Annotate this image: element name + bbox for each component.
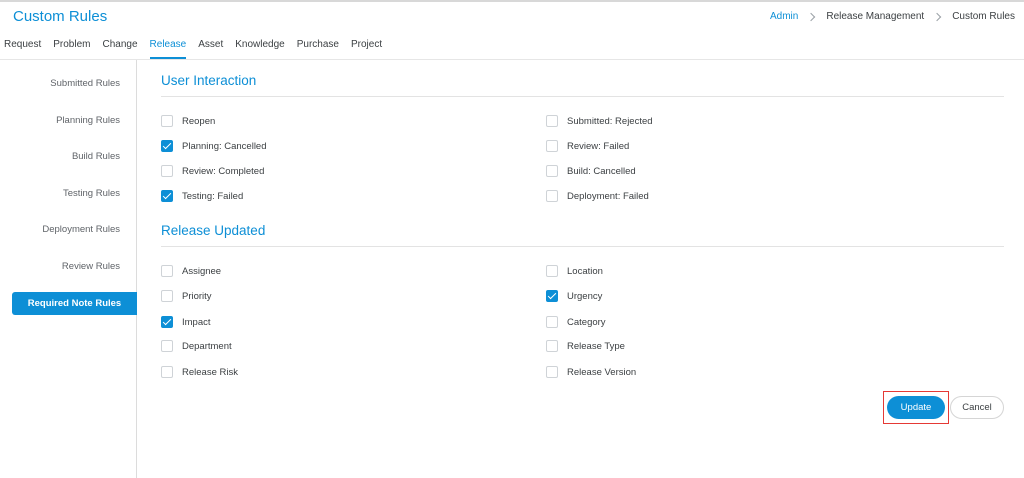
sidebar-item-required-note-rules[interactable]: Required Note Rules	[12, 292, 137, 315]
checkbox-reopen[interactable]: Reopen	[161, 115, 215, 127]
checkbox-box[interactable]	[546, 115, 558, 127]
tabs-divider	[0, 59, 1024, 60]
checkbox-label: Release Type	[567, 340, 625, 352]
checkbox-release-type[interactable]: Release Type	[546, 340, 625, 352]
sidebar-item-submitted-rules[interactable]: Submitted Rules	[50, 78, 120, 89]
section-title-release-updated: Release Updated	[161, 223, 266, 238]
checkbox-testing-failed[interactable]: Testing: Failed	[161, 190, 243, 202]
checkbox-urgency[interactable]: Urgency	[546, 290, 602, 302]
sidebar-item-deployment-rules[interactable]: Deployment Rules	[42, 224, 120, 235]
checkbox-release-risk[interactable]: Release Risk	[161, 366, 238, 378]
section-divider	[161, 96, 1004, 97]
checkbox-label: Review: Completed	[182, 165, 265, 177]
checkbox-box[interactable]	[546, 140, 558, 152]
checkbox-label: Release Risk	[182, 366, 238, 378]
checkbox-box[interactable]	[161, 165, 173, 177]
checkbox-box[interactable]	[161, 290, 173, 302]
chevron-right-icon	[932, 12, 942, 21]
sidebar-item-planning-rules[interactable]: Planning Rules	[56, 115, 120, 126]
checkbox-priority[interactable]: Priority	[161, 290, 212, 302]
checkbox-location[interactable]: Location	[546, 265, 603, 277]
checkbox-planning-cancelled[interactable]: Planning: Cancelled	[161, 140, 267, 152]
checkbox-department[interactable]: Department	[161, 340, 232, 352]
checkbox-category[interactable]: Category	[546, 316, 606, 328]
checkbox-label: Category	[567, 316, 606, 328]
breadcrumb: Admin Release Management Custom Rules	[770, 11, 1015, 22]
checkbox-label: Department	[182, 340, 232, 352]
top-border	[0, 0, 1024, 2]
checkbox-box[interactable]	[546, 340, 558, 352]
checkbox-label: Deployment: Failed	[567, 190, 649, 202]
breadcrumb-release-management[interactable]: Release Management	[826, 11, 924, 22]
chevron-right-icon	[807, 12, 816, 21]
checkbox-box-checked[interactable]	[161, 190, 173, 202]
checkbox-submitted-rejected[interactable]: Submitted: Rejected	[546, 115, 653, 127]
rules-sidebar: Submitted Rules Planning Rules Build Rul…	[0, 60, 137, 478]
checkbox-label: Submitted: Rejected	[567, 115, 653, 127]
section-title-user-interaction: User Interaction	[161, 73, 257, 88]
checkbox-label: Planning: Cancelled	[182, 140, 267, 152]
checkbox-label: Review: Failed	[567, 140, 630, 152]
checkbox-build-cancelled[interactable]: Build: Cancelled	[546, 165, 636, 177]
checkbox-label: Impact	[182, 316, 211, 328]
checkbox-box-checked[interactable]	[546, 290, 558, 302]
page-title: Custom Rules	[13, 8, 108, 25]
section-divider	[161, 246, 1004, 247]
checkbox-box[interactable]	[546, 366, 558, 378]
checkbox-review-completed[interactable]: Review: Completed	[161, 165, 264, 177]
sidebar-item-testing-rules[interactable]: Testing Rules	[63, 188, 120, 199]
tab-asset[interactable]: Asset	[198, 37, 223, 60]
tab-project[interactable]: Project	[351, 37, 382, 60]
checkbox-impact[interactable]: Impact	[161, 316, 211, 328]
checkbox-label: Build: Cancelled	[567, 165, 636, 177]
tab-knowledge[interactable]: Knowledge	[235, 37, 284, 60]
checkbox-box[interactable]	[161, 265, 173, 277]
checkbox-box[interactable]	[161, 115, 173, 127]
checkbox-box-checked[interactable]	[161, 140, 173, 152]
sidebar-item-build-rules[interactable]: Build Rules	[72, 151, 120, 162]
checkbox-release-version[interactable]: Release Version	[546, 366, 636, 378]
tab-change[interactable]: Change	[103, 37, 138, 60]
checkbox-box[interactable]	[161, 340, 173, 352]
update-button[interactable]: Update	[887, 396, 945, 419]
checkbox-label: Testing: Failed	[182, 190, 244, 202]
checkbox-deployment-failed[interactable]: Deployment: Failed	[546, 190, 649, 202]
tab-release[interactable]: Release	[149, 37, 186, 60]
sidebar-item-review-rules[interactable]: Review Rules	[62, 261, 120, 272]
checkbox-box[interactable]	[546, 316, 558, 328]
tab-request[interactable]: Request	[4, 37, 41, 60]
checkbox-box[interactable]	[546, 190, 558, 202]
checkbox-box[interactable]	[161, 366, 173, 378]
checkbox-label: Priority	[182, 290, 212, 302]
checkbox-box[interactable]	[546, 165, 558, 177]
checkbox-box-checked[interactable]	[161, 316, 173, 328]
breadcrumb-custom-rules: Custom Rules	[952, 11, 1015, 22]
checkbox-label: Urgency	[567, 290, 603, 302]
checkbox-label: Location	[567, 265, 603, 277]
breadcrumb-admin[interactable]: Admin	[770, 11, 798, 22]
module-tabs: Request Problem Change Release Asset Kno…	[0, 37, 394, 60]
tab-problem[interactable]: Problem	[53, 37, 90, 60]
checkbox-label: Assignee	[182, 265, 222, 277]
checkbox-label: Release Version	[567, 366, 637, 378]
checkbox-assignee[interactable]: Assignee	[161, 265, 221, 277]
tab-purchase[interactable]: Purchase	[297, 37, 339, 60]
checkbox-box[interactable]	[546, 265, 558, 277]
cancel-button[interactable]: Cancel	[950, 396, 1004, 419]
checkbox-review-failed[interactable]: Review: Failed	[546, 140, 629, 152]
checkbox-label: Reopen	[182, 115, 216, 127]
